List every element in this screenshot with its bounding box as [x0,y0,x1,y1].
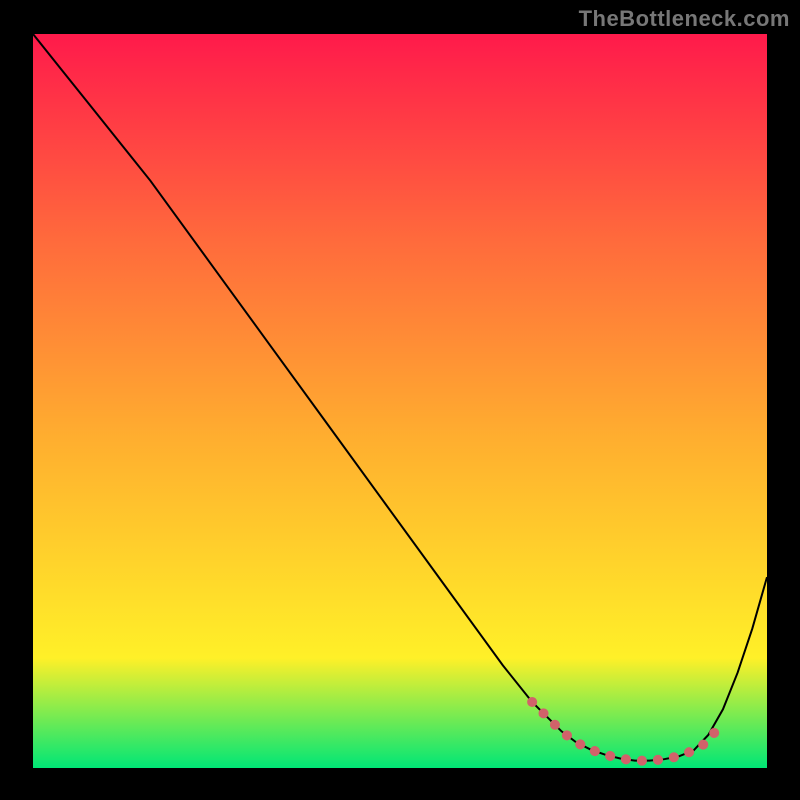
bottleneck-plot [0,0,800,800]
plot-background-rect [33,34,767,768]
attribution-text: TheBottleneck.com [579,6,790,32]
chart-stage: TheBottleneck.com [0,0,800,800]
